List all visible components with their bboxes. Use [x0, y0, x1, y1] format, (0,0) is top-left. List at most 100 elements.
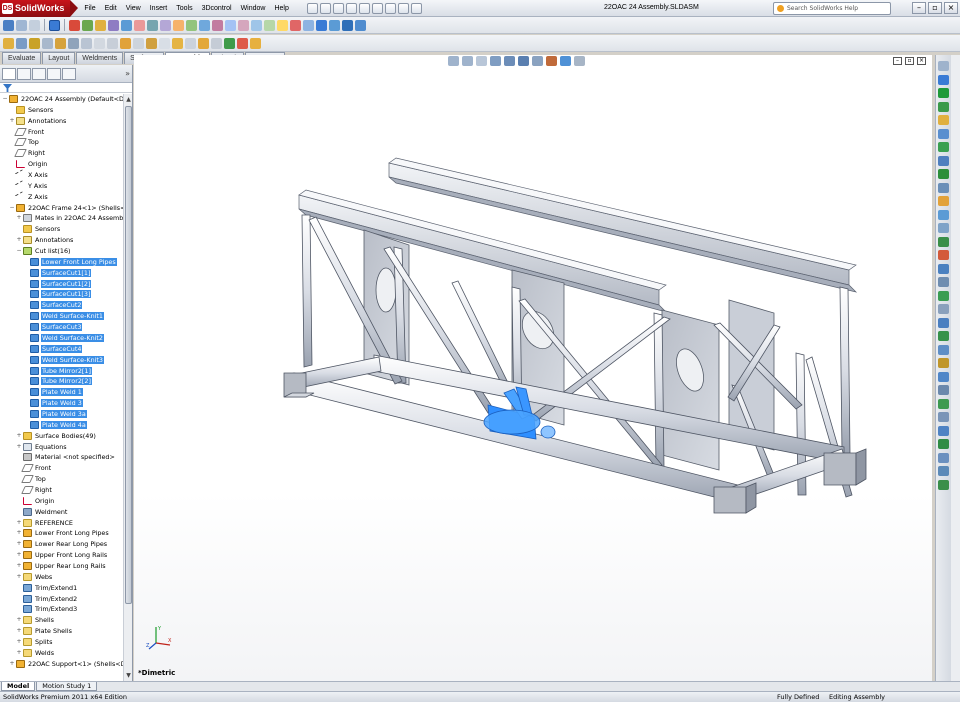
symmetry-check-icon[interactable]: [938, 412, 949, 422]
tree-item[interactable]: Front: [9, 127, 45, 137]
property-manager-tab-icon[interactable]: [17, 68, 31, 80]
tree-item[interactable]: Weld Surface-Knit1: [23, 311, 104, 321]
tree-item[interactable]: Plate Weld 1: [23, 387, 83, 397]
tree-item[interactable]: Origin: [16, 496, 55, 506]
draft-analysis-icon[interactable]: [938, 358, 949, 368]
undercut-icon[interactable]: [938, 371, 949, 382]
tree-item[interactable]: + Annotations: [16, 235, 74, 245]
fillet-bead-icon[interactable]: [68, 37, 79, 49]
tree-item[interactable]: Trim/Extend2: [16, 594, 78, 604]
thickness-icon[interactable]: [938, 398, 949, 409]
tree-item[interactable]: Z Axis: [9, 191, 49, 203]
gusset-icon[interactable]: [55, 37, 66, 49]
restore-button[interactable]: ▫: [928, 2, 942, 14]
menu-edit[interactable]: Edit: [105, 5, 117, 12]
configuration-manager-tab-icon[interactable]: [32, 68, 46, 80]
expand-toggle-icon[interactable]: +: [16, 432, 22, 439]
dimxpert-tab-icon[interactable]: [47, 68, 61, 80]
tree-item[interactable]: + Surface Bodies(49): [16, 431, 97, 441]
tree-item[interactable]: Tube Mirror2[2]: [23, 376, 92, 386]
expand-toggle-icon[interactable]: [23, 389, 29, 395]
repair-icon[interactable]: [264, 19, 275, 31]
reference-geometry-icon[interactable]: [938, 155, 949, 166]
tree-item[interactable]: + Upper Rear Long Rails: [16, 561, 107, 571]
new-motion-study-icon[interactable]: [938, 169, 949, 179]
tree-item[interactable]: SurfaceCut1[2]: [23, 279, 92, 289]
tree-item[interactable]: − 22OAC Frame 24<1> (Shells<A: [9, 203, 123, 213]
tree-item[interactable]: Top: [9, 137, 40, 147]
select-arrow-icon[interactable]: [397, 2, 409, 14]
expand-toggle-icon[interactable]: +: [16, 562, 22, 569]
smart-dimension-icon[interactable]: [82, 19, 93, 31]
import-diagnostics-icon[interactable]: [938, 304, 949, 314]
solidworks-logo[interactable]: DS SolidWorks: [0, 0, 71, 17]
tree-item[interactable]: X Axis: [9, 169, 49, 181]
tree-item[interactable]: +22OAC Support<1> (Shells<De: [9, 659, 123, 669]
expand-toggle-icon[interactable]: [23, 346, 29, 352]
end-cap-icon[interactable]: [42, 37, 53, 49]
tree-item[interactable]: SurfaceCut1[1]: [23, 268, 92, 278]
measure-icon[interactable]: [938, 250, 949, 260]
tree-item[interactable]: SurfaceCut2: [23, 300, 83, 310]
expand-toggle-icon[interactable]: [23, 400, 29, 406]
mates-icon[interactable]: [250, 37, 261, 49]
expand-toggle-icon[interactable]: +: [16, 649, 22, 656]
tree-item[interactable]: + Annotations: [9, 116, 67, 126]
expand-toggle-icon[interactable]: +: [16, 628, 22, 634]
feature-tree-tab-icon[interactable]: [2, 68, 16, 80]
expand-toggle-icon[interactable]: [16, 596, 22, 602]
expand-toggle-icon[interactable]: −: [16, 248, 22, 254]
mate-icon[interactable]: [938, 88, 949, 98]
expand-toggle-icon[interactable]: +: [16, 530, 22, 536]
open-folder-icon[interactable]: [319, 2, 331, 14]
expand-toggle-icon[interactable]: [23, 378, 29, 384]
tree-item[interactable]: Sensors: [9, 105, 54, 115]
menu-3dcontrol[interactable]: 3Dcontrol: [202, 5, 232, 12]
quick-snaps-icon[interactable]: [277, 19, 288, 31]
tree-item[interactable]: + Shells: [16, 615, 55, 625]
parting-line-icon[interactable]: [938, 385, 949, 395]
graphics-area[interactable]: – ▫ × Y X Z *Dimetric: [134, 55, 932, 681]
expand-toggle-icon[interactable]: [9, 107, 15, 113]
expand-toggle-icon[interactable]: +: [16, 237, 22, 243]
circle-icon[interactable]: [121, 19, 132, 31]
tree-item[interactable]: Right: [9, 148, 46, 158]
offset-icon[interactable]: [199, 19, 210, 31]
line-icon[interactable]: [95, 19, 106, 31]
tab-evaluate[interactable]: Evaluate: [2, 52, 42, 64]
insert-icon[interactable]: [29, 19, 40, 31]
expand-toggle-icon[interactable]: [23, 411, 29, 417]
tree-item[interactable]: Tube Mirror2[1]: [23, 366, 92, 376]
component-icon[interactable]: [16, 19, 27, 31]
interference-icon[interactable]: [938, 209, 949, 220]
assembly-features-icon[interactable]: [938, 142, 949, 152]
expand-toggle-icon[interactable]: [16, 509, 22, 515]
reference-geometry-icon[interactable]: [172, 37, 183, 49]
relations-icon[interactable]: [251, 19, 262, 31]
rapid-sketch-icon[interactable]: [290, 19, 301, 31]
display-style-icon[interactable]: [329, 19, 340, 31]
menu-window[interactable]: Window: [241, 5, 266, 12]
clearance-icon[interactable]: [938, 223, 949, 233]
expand-toggle-icon[interactable]: [23, 357, 29, 363]
simulation-icon[interactable]: [938, 466, 949, 476]
hole-wizard-icon[interactable]: [120, 37, 131, 49]
tree-item[interactable]: + Mates in 22OAC 24 Assemb: [16, 213, 123, 223]
save-icon[interactable]: [332, 2, 344, 14]
curves-icon[interactable]: [185, 37, 196, 49]
expand-toggle-icon[interactable]: [16, 454, 22, 460]
check-icon[interactable]: [938, 290, 949, 301]
menu-help[interactable]: Help: [274, 5, 288, 12]
search-help-input[interactable]: Search SolidWorks Help: [773, 2, 891, 15]
tree-item[interactable]: Right: [16, 485, 53, 495]
chamfer-icon[interactable]: [146, 37, 157, 49]
design-check-icon[interactable]: [938, 479, 949, 490]
expand-toggle-icon[interactable]: +: [16, 573, 22, 580]
tree-item[interactable]: Weld Surface-Knit2: [23, 333, 104, 343]
instant3d-icon[interactable]: [224, 37, 235, 49]
view-orientation-icon[interactable]: [316, 19, 327, 31]
fillet-icon[interactable]: [133, 37, 144, 49]
tree-item[interactable]: Trim/Extend1: [16, 583, 78, 593]
deviation-analysis-icon[interactable]: [938, 317, 949, 328]
curvature-icon[interactable]: [938, 344, 949, 355]
